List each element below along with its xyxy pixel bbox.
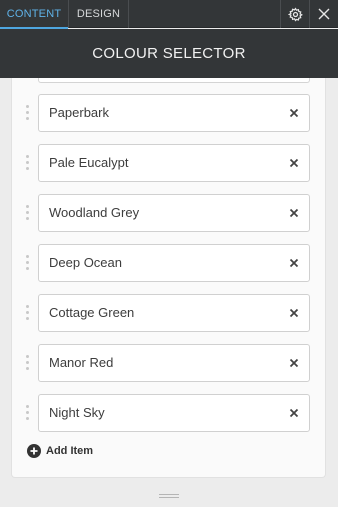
list-item: Paperbark — [12, 94, 327, 132]
drag-handle-icon[interactable] — [26, 405, 32, 423]
items-panel: Paperbark Pale Eucalypt Woodland Grey De… — [11, 78, 326, 478]
item-field[interactable]: Deep Ocean — [38, 244, 310, 282]
remove-x-icon[interactable] — [288, 207, 300, 219]
item-label: Paperbark — [49, 105, 109, 120]
drag-handle-icon[interactable] — [26, 205, 32, 223]
drag-handle-icon[interactable] — [26, 355, 32, 373]
remove-x-icon[interactable] — [288, 307, 300, 319]
drag-handle-icon[interactable] — [26, 305, 32, 323]
remove-x-icon[interactable] — [288, 257, 300, 269]
item-label: Woodland Grey — [49, 205, 140, 220]
item-field[interactable]: Cottage Green — [38, 294, 310, 332]
tab-content[interactable]: CONTENT — [0, 0, 69, 29]
add-item-button[interactable]: Add Item — [27, 444, 93, 458]
list-item: Deep Ocean — [12, 244, 327, 282]
list-item: Woodland Grey — [12, 194, 327, 232]
close-button[interactable] — [309, 0, 338, 28]
drag-handle-icon[interactable] — [26, 155, 32, 173]
item-label: Night Sky — [49, 405, 105, 420]
remove-x-icon[interactable] — [288, 407, 300, 419]
add-item-label: Add Item — [46, 445, 94, 457]
list-item-partial[interactable] — [38, 78, 310, 83]
item-field[interactable]: Woodland Grey — [38, 194, 310, 232]
item-label: Manor Red — [49, 355, 114, 370]
drag-handle-icon[interactable] — [26, 105, 32, 123]
item-field[interactable]: Pale Eucalypt — [38, 144, 310, 182]
settings-button[interactable] — [280, 0, 309, 28]
gear-icon — [287, 6, 303, 21]
drag-handle-icon[interactable] — [26, 255, 32, 273]
item-field[interactable]: Night Sky — [38, 394, 310, 432]
remove-x-icon[interactable] — [288, 157, 300, 169]
remove-x-icon[interactable] — [288, 357, 300, 369]
item-field[interactable]: Manor Red — [38, 344, 310, 382]
list-item: Pale Eucalypt — [12, 144, 327, 182]
list-item: Night Sky — [12, 394, 327, 432]
close-icon — [318, 8, 330, 20]
item-label: Deep Ocean — [49, 255, 122, 270]
list-item: Cottage Green — [12, 294, 327, 332]
item-field[interactable]: Paperbark — [38, 94, 310, 132]
remove-x-icon[interactable] — [288, 107, 300, 119]
item-label: Pale Eucalypt — [49, 155, 129, 170]
resize-grip-icon[interactable] — [159, 494, 179, 500]
plus-circle-icon — [27, 444, 41, 458]
item-label: Cottage Green — [49, 305, 135, 320]
page-title: COLOUR SELECTOR — [0, 29, 338, 78]
tab-design[interactable]: DESIGN — [69, 0, 129, 28]
top-toolbar: CONTENT DESIGN — [0, 0, 338, 29]
list-item: Manor Red — [12, 344, 327, 382]
